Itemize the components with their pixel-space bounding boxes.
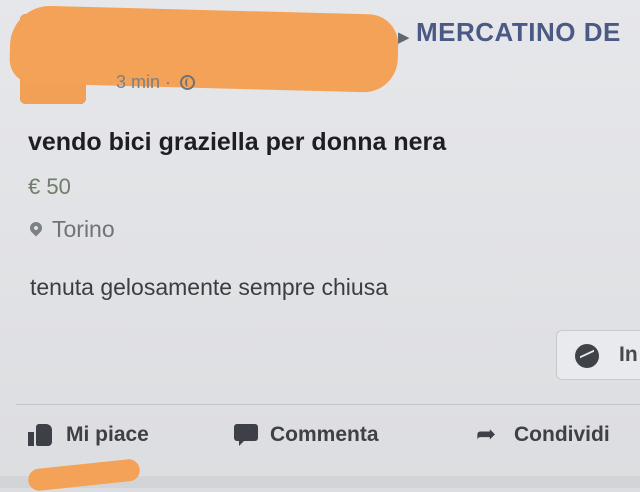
post-time[interactable]: 3 min	[116, 72, 160, 92]
messenger-icon	[575, 344, 599, 368]
listing-title: vendo bici graziella per donna nera	[28, 128, 447, 156]
thumbs-up-icon	[28, 424, 54, 446]
post-meta: 3 min ·	[116, 72, 196, 93]
listing-location: Torino	[27, 216, 115, 243]
meta-separator: ·	[165, 72, 172, 92]
group-arrow-icon: ▶	[398, 29, 410, 46]
like-button[interactable]: Mi piace	[28, 420, 149, 450]
globe-icon	[180, 75, 196, 90]
send-message-button[interactable]: In	[556, 330, 640, 380]
share-button[interactable]: ➦ Condividi	[476, 420, 610, 450]
location-pin-icon	[27, 219, 45, 237]
send-message-label: In	[619, 343, 638, 366]
comment-label: Commenta	[270, 423, 379, 446]
marketplace-post-card: ▶ MERCATINO DE 3 min · vendo bici grazie…	[0, 0, 640, 492]
like-label: Mi piace	[66, 423, 149, 446]
comment-button[interactable]: Commenta	[234, 420, 379, 450]
share-label: Condividi	[514, 423, 610, 446]
share-arrow-icon: ➦	[476, 421, 497, 448]
comment-bubble-icon	[234, 424, 258, 446]
listing-description: tenuta gelosamente sempre chiusa	[30, 274, 388, 300]
location-label: Torino	[52, 216, 115, 242]
listing-price: € 50	[28, 174, 71, 199]
actions-divider	[16, 404, 640, 405]
group-name-link[interactable]: MERCATINO DE	[416, 17, 621, 48]
author-name-redaction	[9, 4, 399, 94]
